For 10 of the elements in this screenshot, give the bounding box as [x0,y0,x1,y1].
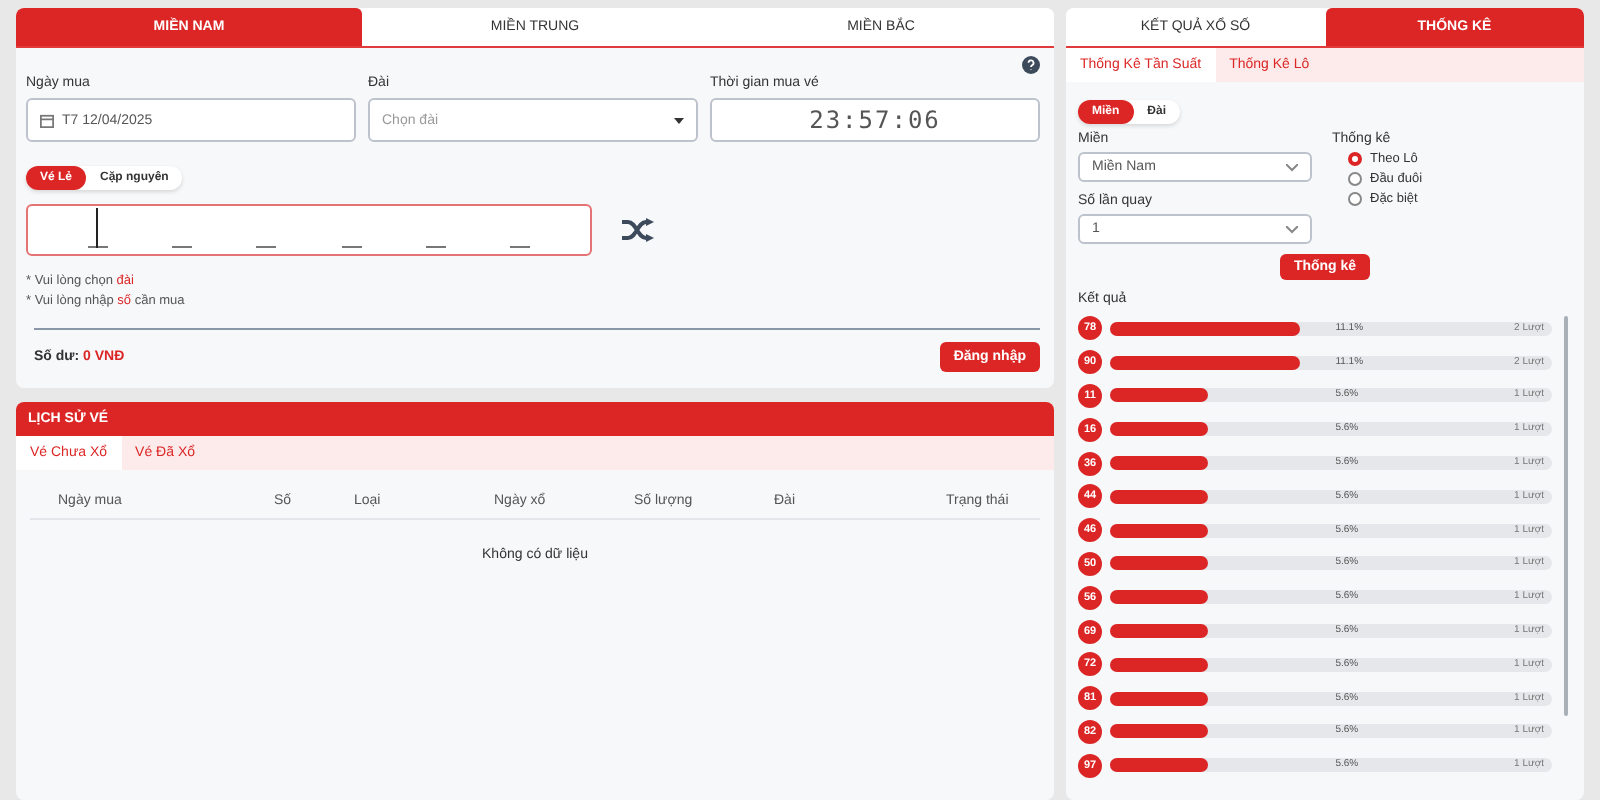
number-input[interactable] [26,204,592,256]
shuffle-icon[interactable] [622,218,654,242]
help-icon[interactable] [1022,56,1040,74]
caret-icon [674,117,684,123]
digit-slot[interactable] [88,208,109,248]
chevron-icon [1286,225,1298,233]
scrollbar[interactable] [1564,316,1568,716]
chevron-icon [1286,163,1298,171]
calendar-icon [40,113,54,127]
time-display: 23:57:06 [710,98,1040,142]
